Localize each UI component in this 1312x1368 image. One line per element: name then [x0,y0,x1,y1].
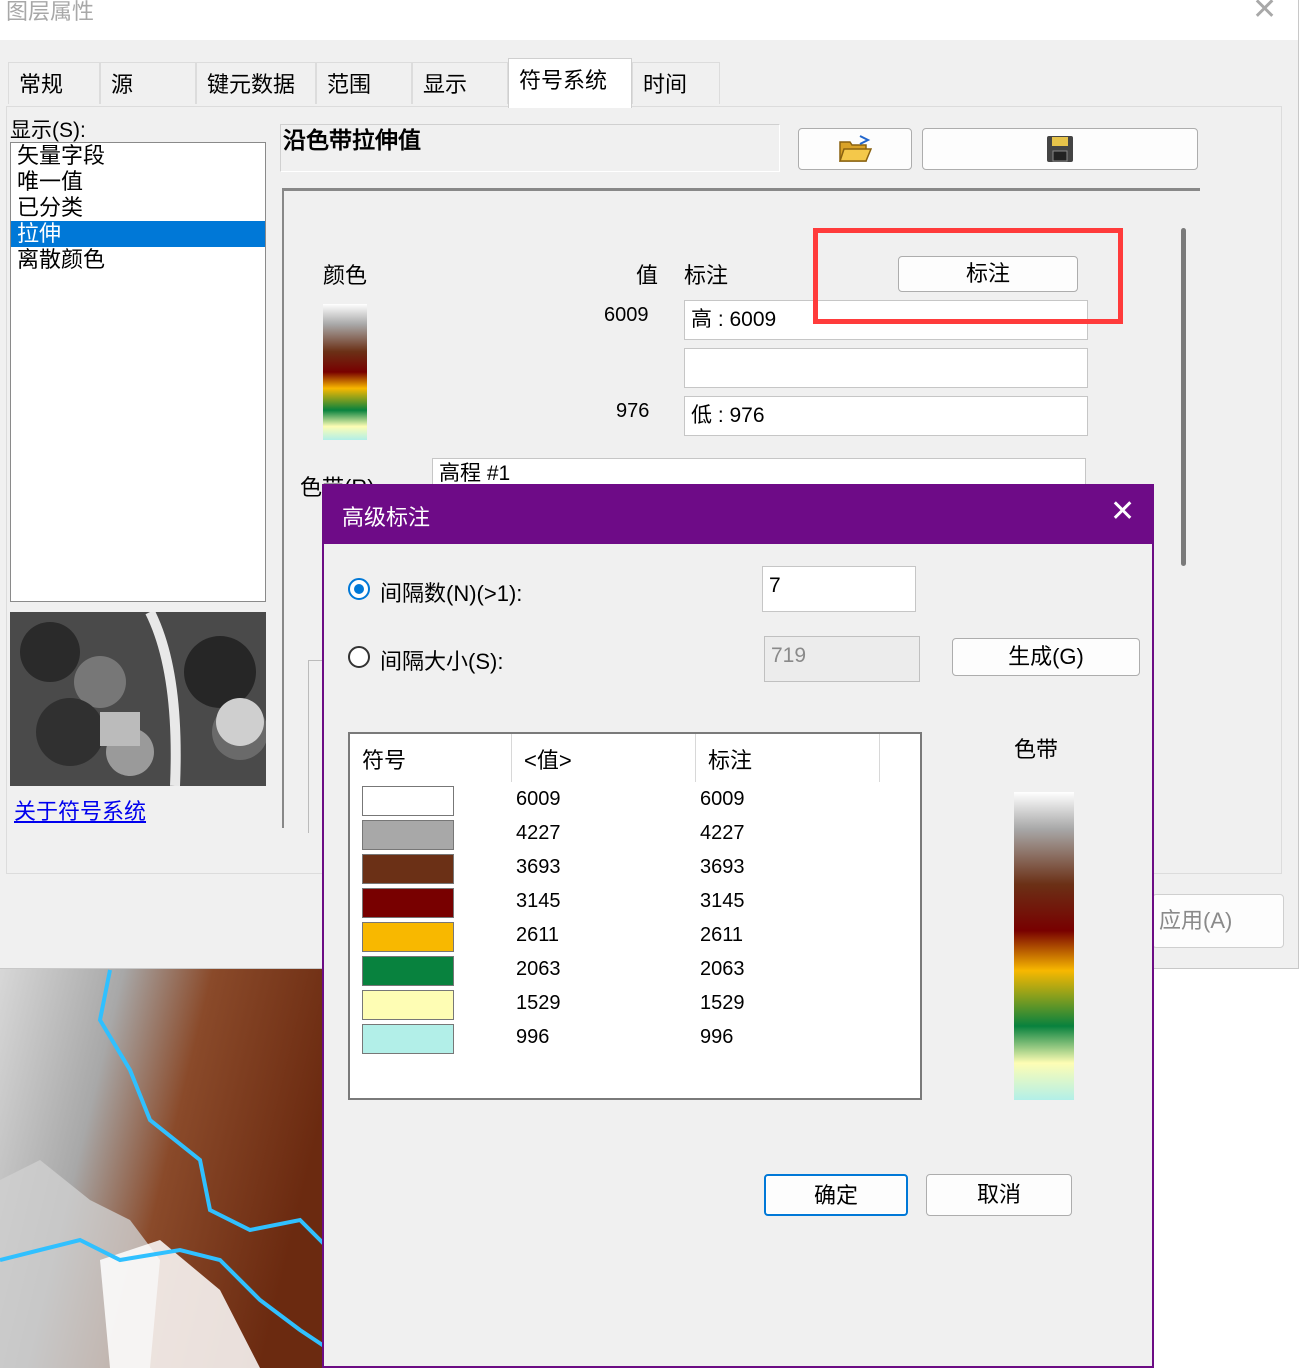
color-swatch[interactable] [362,922,454,952]
table-row[interactable]: 2611 2611 [350,922,920,956]
row-label[interactable]: 3145 [700,890,745,913]
row-label[interactable]: 2611 [700,924,743,947]
renderer-item-vector-field[interactable]: 矢量字段 [11,143,265,169]
table-row[interactable]: 2063 2063 [350,956,920,990]
tab-extent[interactable]: 范围 [316,62,412,104]
low-label-field[interactable]: 低 : 976 [684,396,1088,436]
color-header: 颜色 [323,263,368,288]
interval-size-label: 间隔大小(S): [380,649,504,674]
close-icon[interactable]: ✕ [1252,0,1277,26]
table-row[interactable]: 6009 6009 [350,786,920,820]
interval-count-label: 间隔数(N)(>1): [380,581,523,606]
low-value: 976 [616,400,650,422]
table-row[interactable]: 1529 1529 [350,990,920,1024]
color-ramp-preview [323,304,367,440]
renderer-title: 沿色带拉伸值 [280,124,780,172]
color-ramp-heading: 色带 [1014,737,1059,762]
row-value: 2611 [516,924,560,946]
about-symbology-link[interactable]: 关于符号系统 [14,794,146,826]
tab-source[interactable]: 源 [100,62,196,104]
interval-size-input[interactable]: 719 [764,636,920,682]
dialog-title-bar: 图层属性 ✕ [0,0,1298,40]
close-icon[interactable]: ✕ [1110,494,1135,529]
symbology-preview-image [10,612,266,786]
vertical-scrollbar[interactable] [1181,228,1186,566]
color-swatch[interactable] [362,786,454,816]
tab-symbology[interactable]: 符号系统 [508,58,632,108]
mid-label-field[interactable] [684,348,1088,388]
labels-table[interactable]: 符号 <值> 标注 6009 6009 4227 4227 3693 3693 … [348,732,922,1100]
elevation-map-background [0,960,330,1368]
renderer-list[interactable]: 矢量字段 唯一值 已分类 拉伸 离散颜色 [10,142,266,602]
value-header: 值 [636,263,659,288]
row-label[interactable]: 1529 [700,992,745,1015]
apply-button[interactable]: 应用(A) [1152,894,1284,948]
generate-button[interactable]: 生成(G) [952,638,1140,676]
interval-count-input[interactable]: 7 [762,566,916,612]
row-value: 2063 [516,958,561,980]
tab-time[interactable]: 时间 [632,62,720,104]
folder-open-icon [838,135,873,162]
row-value: 1529 [516,992,561,1014]
table-row[interactable]: 3145 3145 [350,888,920,922]
table-row[interactable]: 4227 4227 [350,820,920,854]
row-label[interactable]: 2063 [700,958,745,981]
color-ramp-bar [1014,792,1074,1100]
column-header-symbol[interactable]: 符号 [350,734,512,782]
modal-title: 高级标注 [342,505,431,530]
color-swatch[interactable] [362,820,454,850]
row-value: 3693 [516,856,561,878]
color-swatch[interactable] [362,956,454,986]
color-swatch[interactable] [362,990,454,1020]
column-header-value[interactable]: <值> [512,734,696,782]
show-label: 显示(S): [10,119,86,142]
advanced-labeling-dialog: 高级标注 ✕ 间隔数(N)(>1): 7 间隔大小(S): 719 生成(G) … [322,484,1154,1368]
table-row[interactable]: 996 996 [350,1024,920,1058]
high-value: 6009 [604,304,649,326]
color-swatch[interactable] [362,888,454,918]
renderer-item-classified[interactable]: 已分类 [11,195,265,221]
row-value: 996 [516,1026,550,1048]
color-swatch[interactable] [362,1024,454,1054]
table-row[interactable]: 3693 3693 [350,854,920,888]
row-label[interactable]: 4227 [700,822,745,845]
row-value: 3145 [516,890,561,912]
tab-metadata[interactable]: 键元数据 [196,62,316,104]
renderer-item-stretched[interactable]: 拉伸 [11,221,265,247]
label-header: 标注 [684,263,729,288]
save-style-button[interactable] [922,128,1198,170]
renderer-item-discrete-color[interactable]: 离散颜色 [11,247,265,273]
modal-title-bar: 高级标注 ✕ [324,484,1154,544]
ok-button[interactable]: 确定 [764,1174,908,1216]
row-label[interactable]: 996 [700,1026,733,1049]
interval-count-radio[interactable] [348,578,370,600]
row-label[interactable]: 6009 [700,788,745,811]
interval-size-radio[interactable] [348,646,370,668]
renderer-item-unique-values[interactable]: 唯一值 [11,169,265,195]
floppy-save-icon [1047,136,1073,162]
open-style-button[interactable] [798,128,912,170]
row-value: 4227 [516,822,561,844]
tab-display[interactable]: 显示 [412,62,508,104]
row-label[interactable]: 3693 [700,856,745,879]
dialog-title: 图层属性 [6,0,95,24]
column-header-label[interactable]: 标注 [696,734,880,782]
color-swatch[interactable] [362,854,454,884]
tab-general[interactable]: 常规 [8,62,100,104]
annotation-highlight-box [813,228,1123,324]
cancel-button[interactable]: 取消 [926,1174,1072,1216]
row-value: 6009 [516,788,561,810]
